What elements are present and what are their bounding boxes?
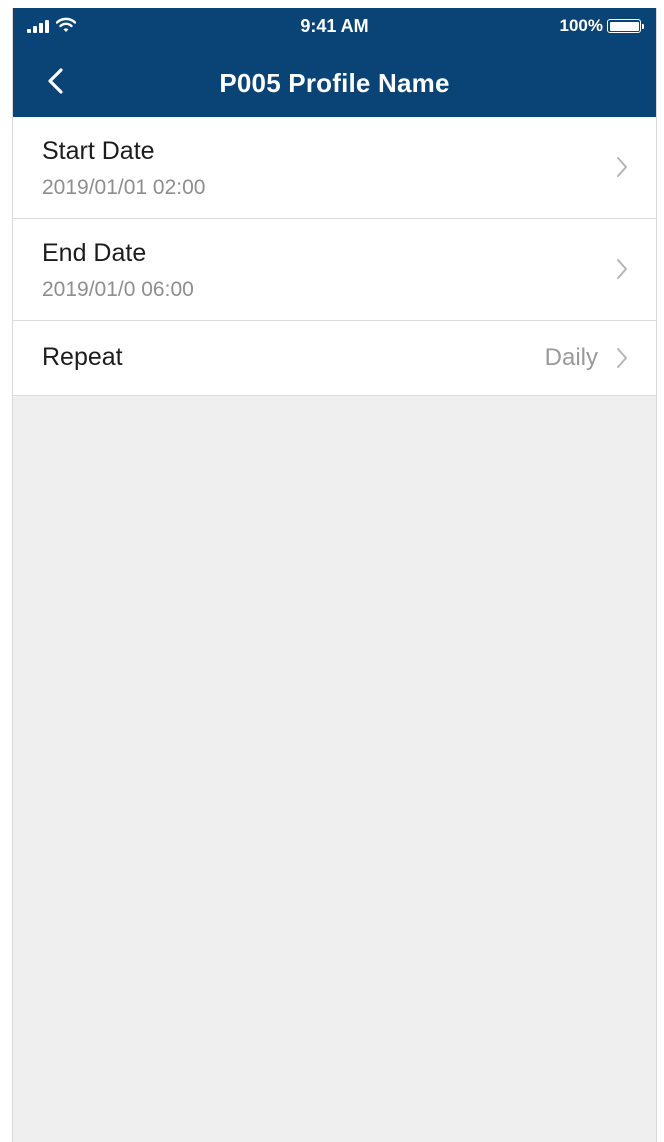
battery-indicator: 100% — [560, 16, 644, 36]
app-header: 9:41 AM 100% P005 Profile Name — [13, 8, 656, 117]
chevron-right-icon — [617, 259, 627, 279]
battery-icon — [607, 19, 641, 33]
chevron-right-icon — [617, 157, 627, 177]
settings-list: Start Date 2019/01/01 02:00 End Date 201… — [13, 117, 656, 396]
phone-screen: 9:41 AM 100% P005 Profile Name Start Dat… — [12, 8, 657, 1142]
end-date-value: 2019/01/0 06:00 — [42, 278, 194, 301]
repeat-value: Daily — [544, 344, 598, 371]
battery-percent: 100% — [559, 16, 603, 35]
start-date-row[interactable]: Start Date 2019/01/01 02:00 — [13, 117, 656, 219]
status-bar: 9:41 AM 100% — [13, 8, 656, 44]
start-date-label: Start Date — [42, 137, 155, 165]
navigation-bar: P005 Profile Name — [13, 54, 656, 110]
end-date-row[interactable]: End Date 2019/01/0 06:00 — [13, 219, 656, 321]
repeat-row[interactable]: Repeat Daily — [13, 321, 656, 396]
chevron-right-icon — [617, 348, 627, 368]
page-title: P005 Profile Name — [219, 68, 450, 98]
start-date-value: 2019/01/01 02:00 — [42, 176, 206, 199]
battery-tip — [642, 23, 644, 29]
repeat-label: Repeat — [42, 343, 123, 371]
end-date-label: End Date — [42, 239, 147, 267]
